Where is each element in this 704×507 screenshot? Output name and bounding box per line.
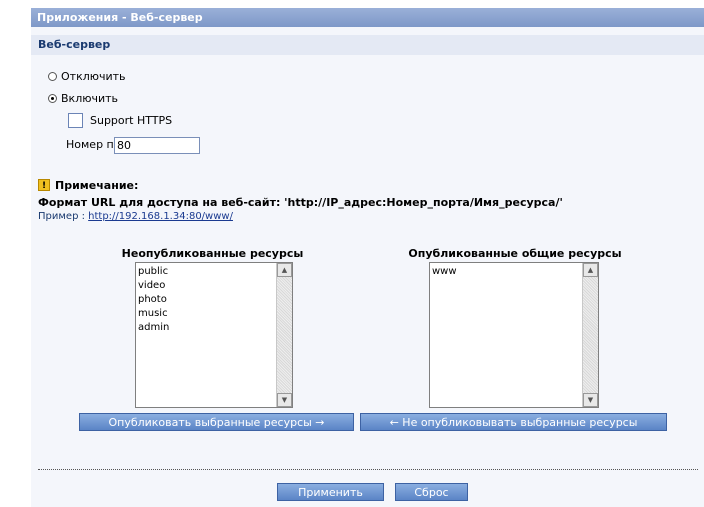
example-link[interactable]: http://192.168.1.34:80/www/ (88, 211, 233, 222)
published-list[interactable]: www ▲ ▼ (429, 262, 599, 408)
info-warning-icon: ! (38, 179, 50, 191)
list-item[interactable]: video (138, 279, 169, 293)
disable-radio[interactable]: Отключить (48, 70, 126, 83)
disable-label: Отключить (61, 70, 126, 83)
unpublished-items[interactable]: public video photo music admin (138, 265, 169, 335)
content-panel (31, 27, 704, 507)
scroll-down-icon[interactable]: ▼ (277, 393, 292, 407)
published-items[interactable]: www (432, 265, 457, 279)
list-item[interactable]: music (138, 307, 169, 321)
radio-dot-selected[interactable] (48, 94, 57, 103)
scrollbar[interactable]: ▲ ▼ (582, 263, 598, 407)
list-item[interactable]: www (432, 265, 457, 279)
list-item[interactable]: public (138, 265, 169, 279)
scroll-down-icon[interactable]: ▼ (583, 393, 598, 407)
unpublish-button[interactable]: ← Не опубликовывать выбранные ресурсы (360, 413, 667, 431)
https-label: Support HTTPS (90, 114, 173, 127)
enable-radio[interactable]: Включить (48, 92, 118, 105)
note-format: Формат URL для доступа на веб-сайт: 'htt… (38, 196, 563, 209)
scrollbar[interactable]: ▲ ▼ (276, 263, 292, 407)
section-title: Веб-сервер (31, 35, 704, 55)
publish-button[interactable]: Опубликовать выбранные ресурсы → (79, 413, 354, 431)
example-label: Пример : (38, 211, 85, 222)
note-example: Пример : http://192.168.1.34:80/www/ (38, 211, 233, 222)
scroll-up-icon[interactable]: ▲ (277, 263, 292, 277)
reset-button[interactable]: Сброс (395, 483, 468, 501)
apply-button[interactable]: Применить (277, 483, 384, 501)
radio-dot[interactable] (48, 72, 57, 81)
unpublished-title: Неопубликованные ресурсы (121, 247, 304, 260)
window-title: Приложения - Веб-сервер (31, 8, 704, 27)
enable-label: Включить (61, 92, 119, 105)
published-title: Опубликованные общие ресурсы (408, 247, 622, 260)
note-title: Примечание: (55, 179, 139, 192)
divider (38, 469, 698, 470)
scroll-up-icon[interactable]: ▲ (583, 263, 598, 277)
checkbox-box[interactable] (68, 113, 83, 128)
port-input[interactable] (114, 137, 200, 154)
list-item[interactable]: admin (138, 321, 169, 335)
https-checkbox[interactable]: Support HTTPS (68, 113, 172, 128)
unpublished-list[interactable]: public video photo music admin ▲ ▼ (135, 262, 293, 408)
list-item[interactable]: photo (138, 293, 169, 307)
